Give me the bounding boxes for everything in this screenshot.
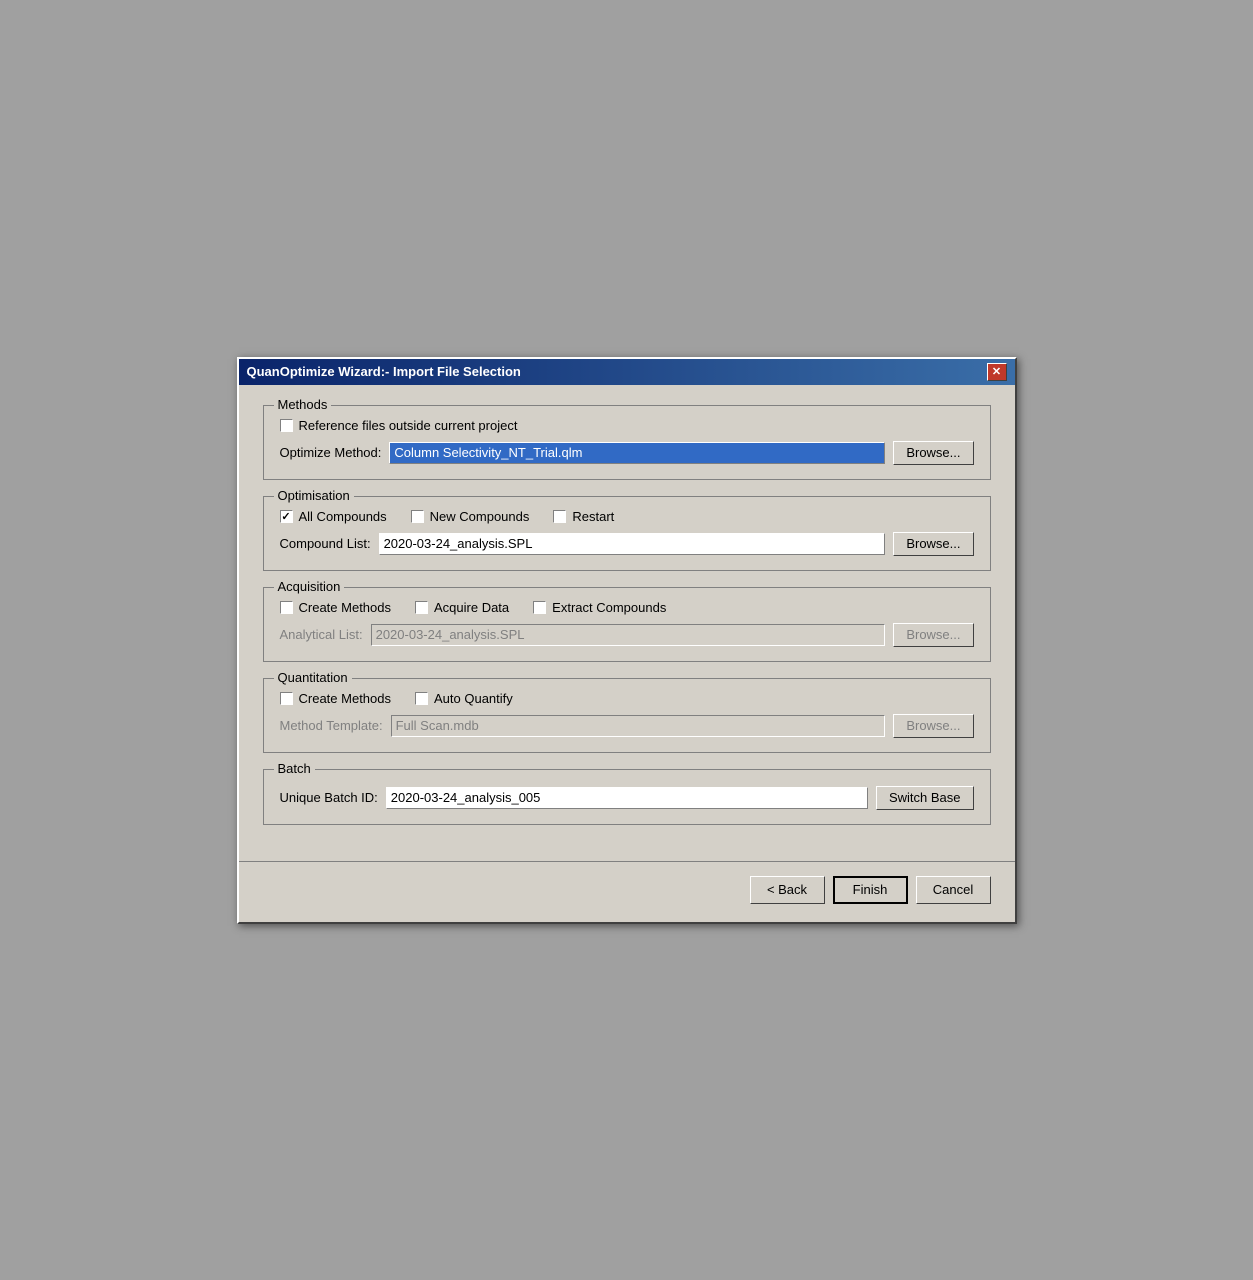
reference-checkbox-text: Reference files outside current project xyxy=(299,418,518,433)
method-template-row: Method Template: Browse... xyxy=(280,714,974,738)
all-compounds-text: All Compounds xyxy=(299,509,387,524)
auto-quantify-label[interactable]: Auto Quantify xyxy=(415,691,513,706)
optimize-method-input[interactable] xyxy=(389,442,885,464)
reference-checkbox[interactable] xyxy=(280,419,293,432)
batch-group-label: Batch xyxy=(274,761,315,776)
batch-id-row: Unique Batch ID: Switch Base xyxy=(280,786,974,810)
restart-text: Restart xyxy=(572,509,614,524)
methods-group: Methods Reference files outside current … xyxy=(263,405,991,480)
optimisation-group: Optimisation All Compounds New Compounds… xyxy=(263,496,991,571)
methods-reference-row: Reference files outside current project xyxy=(280,418,974,433)
optimisation-checkboxes-row: All Compounds New Compounds Restart xyxy=(280,509,974,524)
analytical-list-label: Analytical List: xyxy=(280,627,363,642)
auto-quantify-checkbox[interactable] xyxy=(415,692,428,705)
cancel-button[interactable]: Cancel xyxy=(916,876,991,904)
title-bar: QuanOptimize Wizard:- Import File Select… xyxy=(239,359,1015,385)
unique-batch-id-input[interactable] xyxy=(386,787,868,809)
acq-create-methods-text: Create Methods xyxy=(299,600,392,615)
optimize-method-row: Optimize Method: Browse... xyxy=(280,441,974,465)
methods-group-label: Methods xyxy=(274,397,332,412)
batch-group: Batch Unique Batch ID: Switch Base xyxy=(263,769,991,825)
acquisition-group-label: Acquisition xyxy=(274,579,345,594)
method-template-input xyxy=(391,715,886,737)
acq-create-methods-checkbox[interactable] xyxy=(280,601,293,614)
acquire-data-label[interactable]: Acquire Data xyxy=(415,600,509,615)
restart-label[interactable]: Restart xyxy=(553,509,614,524)
quantitation-browse-button: Browse... xyxy=(893,714,973,738)
quant-create-methods-label[interactable]: Create Methods xyxy=(280,691,392,706)
finish-button[interactable]: Finish xyxy=(833,876,908,904)
new-compounds-checkbox[interactable] xyxy=(411,510,424,523)
dialog-title: QuanOptimize Wizard:- Import File Select… xyxy=(247,364,521,379)
methods-browse-button[interactable]: Browse... xyxy=(893,441,973,465)
extract-compounds-text: Extract Compounds xyxy=(552,600,666,615)
reference-checkbox-label[interactable]: Reference files outside current project xyxy=(280,418,518,433)
back-button[interactable]: < Back xyxy=(750,876,825,904)
all-compounds-label[interactable]: All Compounds xyxy=(280,509,387,524)
optimisation-group-label: Optimisation xyxy=(274,488,354,503)
quantitation-group-label: Quantitation xyxy=(274,670,352,685)
close-button[interactable]: ✕ xyxy=(987,363,1007,381)
compound-list-input[interactable] xyxy=(379,533,886,555)
quant-create-methods-text: Create Methods xyxy=(299,691,392,706)
extract-compounds-checkbox[interactable] xyxy=(533,601,546,614)
new-compounds-label[interactable]: New Compounds xyxy=(411,509,530,524)
acquisition-checkboxes-row: Create Methods Acquire Data Extract Comp… xyxy=(280,600,974,615)
compound-list-label: Compound List: xyxy=(280,536,371,551)
quantitation-checkboxes-row: Create Methods Auto Quantify xyxy=(280,691,974,706)
quant-create-methods-checkbox[interactable] xyxy=(280,692,293,705)
acquire-data-text: Acquire Data xyxy=(434,600,509,615)
all-compounds-checkbox[interactable] xyxy=(280,510,293,523)
unique-batch-id-label: Unique Batch ID: xyxy=(280,790,378,805)
analytical-list-row: Analytical List: Browse... xyxy=(280,623,974,647)
optimize-method-label: Optimize Method: xyxy=(280,445,382,460)
switch-base-button[interactable]: Switch Base xyxy=(876,786,974,810)
extract-compounds-label[interactable]: Extract Compounds xyxy=(533,600,666,615)
method-template-label: Method Template: xyxy=(280,718,383,733)
restart-checkbox[interactable] xyxy=(553,510,566,523)
dialog-footer: < Back Finish Cancel xyxy=(239,861,1015,922)
acquisition-group: Acquisition Create Methods Acquire Data … xyxy=(263,587,991,662)
acq-create-methods-label[interactable]: Create Methods xyxy=(280,600,392,615)
compound-list-row: Compound List: Browse... xyxy=(280,532,974,556)
acquisition-browse-button: Browse... xyxy=(893,623,973,647)
acquire-data-checkbox[interactable] xyxy=(415,601,428,614)
optimisation-browse-button[interactable]: Browse... xyxy=(893,532,973,556)
dialog-body: Methods Reference files outside current … xyxy=(239,385,1015,861)
analytical-list-input xyxy=(371,624,886,646)
title-bar-buttons: ✕ xyxy=(987,363,1007,381)
auto-quantify-text: Auto Quantify xyxy=(434,691,513,706)
new-compounds-text: New Compounds xyxy=(430,509,530,524)
quantitation-group: Quantitation Create Methods Auto Quantif… xyxy=(263,678,991,753)
main-dialog: QuanOptimize Wizard:- Import File Select… xyxy=(237,357,1017,924)
